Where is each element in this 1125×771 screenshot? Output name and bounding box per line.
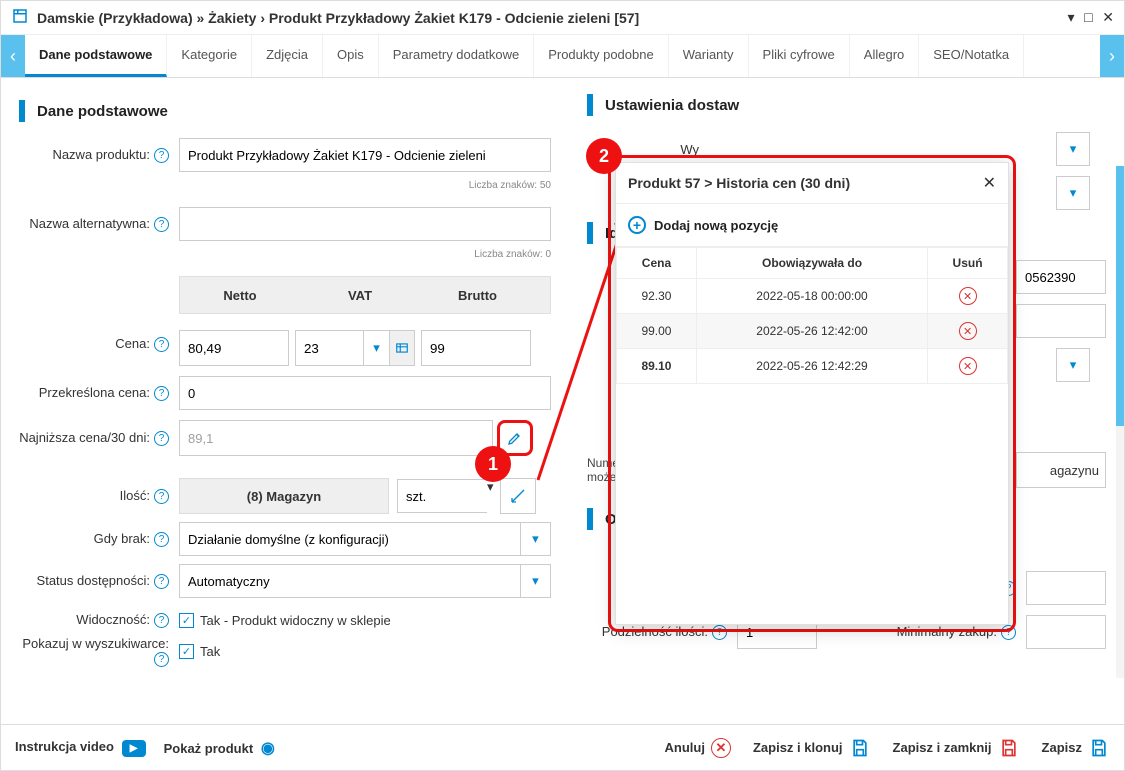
- popup-title: Produkt 57 > Historia cen (30 dni): [628, 175, 983, 191]
- table-row: 89.102022-05-26 12:42:29✕: [617, 349, 1008, 384]
- popup-close-icon[interactable]: ✕: [983, 173, 996, 193]
- product-name-input[interactable]: [179, 138, 551, 172]
- price-history-table: Cena Obowiązywała do Usuń 92.302022-05-1…: [616, 247, 1008, 384]
- price-header: Netto VAT Brutto: [179, 276, 551, 314]
- table-row: 92.302022-05-18 00:00:00✕: [617, 279, 1008, 314]
- tab-scroll-left[interactable]: ‹: [1, 35, 25, 77]
- tab-opis[interactable]: Opis: [323, 35, 379, 77]
- eye-icon: ◉: [261, 740, 275, 757]
- callout-2: 2: [586, 138, 622, 174]
- label-crossed: Przekreślona cena:: [39, 385, 150, 400]
- tab-zdj-cia[interactable]: Zdjęcia: [252, 35, 323, 77]
- label-product-name: Nazwa produktu:: [52, 147, 150, 162]
- tab-kategorie[interactable]: Kategorie: [167, 35, 252, 77]
- tab-pliki-cyfrowe[interactable]: Pliki cyfrowe: [749, 35, 850, 77]
- save-button[interactable]: Zapisz: [1042, 737, 1110, 759]
- tab-produkty-podobne[interactable]: Produkty podobne: [534, 35, 669, 77]
- availability-dropdown[interactable]: ▾: [520, 564, 551, 598]
- price-history-popup: Produkt 57 > Historia cen (30 dni) ✕ + D…: [608, 155, 1016, 632]
- popup-add-button[interactable]: + Dodaj nową pozycję: [616, 204, 1008, 247]
- netto-input[interactable]: [179, 330, 289, 366]
- window-title: Damskie (Przykładowa) » Żakiety › Produk…: [37, 10, 1062, 26]
- search-checkbox[interactable]: ✓: [179, 644, 194, 659]
- section-delivery: Ustawienia dostaw: [605, 97, 739, 114]
- delivery-dd-2[interactable]: ▾: [1056, 176, 1090, 210]
- alt-name-input[interactable]: [179, 207, 551, 241]
- vat-input[interactable]: [295, 330, 363, 366]
- delete-row-button[interactable]: ✕: [959, 357, 977, 375]
- help-icon[interactable]: ?: [154, 613, 169, 628]
- help-icon[interactable]: ?: [154, 148, 169, 163]
- crossed-price-input[interactable]: [179, 376, 551, 410]
- scrollbar[interactable]: [1116, 166, 1124, 678]
- save-close-icon: [998, 737, 1020, 759]
- warehouse-button[interactable]: agazynu: [1016, 452, 1106, 488]
- help-icon[interactable]: ?: [154, 489, 169, 504]
- instruction-video-link[interactable]: Instrukcja video ▶: [15, 739, 146, 757]
- help-icon[interactable]: ?: [154, 532, 169, 547]
- pack-qty-input[interactable]: [1026, 571, 1106, 605]
- brutto-input[interactable]: [421, 330, 531, 366]
- footer: Instrukcja video ▶ Pokaż produkt ◉ Anulu…: [1, 724, 1124, 770]
- maximize-icon[interactable]: □: [1084, 9, 1092, 25]
- tabs: ‹ Dane podstawoweKategorieZdjęciaOpisPar…: [1, 35, 1124, 78]
- section-basic: Dane podstawowe: [37, 103, 168, 120]
- ruler-button[interactable]: [500, 478, 536, 514]
- help-icon[interactable]: ?: [154, 386, 169, 401]
- label-lowest30: Najniższa cena/30 dni:: [19, 430, 150, 445]
- title-bar: Damskie (Przykładowa) » Żakiety › Produk…: [1, 1, 1124, 35]
- ko-dd[interactable]: ▾: [1056, 348, 1090, 382]
- vat-dropdown[interactable]: ▾: [363, 330, 389, 366]
- save-close-button[interactable]: Zapisz i zamknij: [893, 737, 1020, 759]
- cancel-icon: ✕: [711, 738, 731, 758]
- callout-1: 1: [475, 446, 511, 482]
- tab-scroll-right[interactable]: ›: [1100, 35, 1124, 77]
- delete-row-button[interactable]: ✕: [959, 287, 977, 305]
- tab-allegro[interactable]: Allegro: [850, 35, 919, 77]
- close-icon[interactable]: ✕: [1102, 9, 1114, 25]
- save-clone-button[interactable]: Zapisz i klonuj: [753, 737, 871, 759]
- ident-input[interactable]: [1016, 260, 1106, 294]
- minimize-icon[interactable]: ▾: [1068, 9, 1075, 25]
- cancel-button[interactable]: Anuluj✕: [665, 738, 731, 758]
- delivery-dd-1[interactable]: ▾: [1056, 132, 1090, 166]
- unit-dropdown[interactable]: ▾: [487, 479, 494, 513]
- availability-select[interactable]: [179, 564, 520, 598]
- tab-seo-notatka[interactable]: SEO/Notatka: [919, 35, 1024, 77]
- lowest30-input: [179, 420, 493, 456]
- vat-extra-button[interactable]: [389, 330, 415, 366]
- when-empty-dropdown[interactable]: ▾: [520, 522, 551, 556]
- app-icon: [11, 7, 29, 28]
- save-icon: [1088, 737, 1110, 759]
- plus-icon: +: [628, 216, 646, 234]
- tab-parametry-dodatkowe[interactable]: Parametry dodatkowe: [379, 35, 534, 77]
- play-icon: ▶: [122, 740, 146, 757]
- help-icon[interactable]: ?: [154, 431, 169, 446]
- label-alt-name: Nazwa alternatywna:: [29, 216, 150, 231]
- help-icon[interactable]: ?: [154, 337, 169, 352]
- table-row: 99.002022-05-26 12:42:00✕: [617, 314, 1008, 349]
- tab-dane-podstawowe[interactable]: Dane podstawowe: [25, 35, 167, 77]
- help-icon[interactable]: ?: [154, 574, 169, 589]
- unit-input[interactable]: [397, 479, 487, 513]
- tab-warianty[interactable]: Warianty: [669, 35, 749, 77]
- show-product-link[interactable]: Pokaż produkt ◉: [164, 738, 275, 758]
- min-order-input[interactable]: [1026, 615, 1106, 649]
- help-icon[interactable]: ?: [154, 217, 169, 232]
- label-price: Cena:: [115, 336, 150, 351]
- save-icon: [849, 737, 871, 759]
- visibility-checkbox[interactable]: ✓: [179, 613, 194, 628]
- help-icon[interactable]: ?: [154, 652, 169, 667]
- stock-button[interactable]: (8) Magazyn: [179, 478, 389, 514]
- delete-row-button[interactable]: ✕: [959, 322, 977, 340]
- when-empty-select[interactable]: [179, 522, 520, 556]
